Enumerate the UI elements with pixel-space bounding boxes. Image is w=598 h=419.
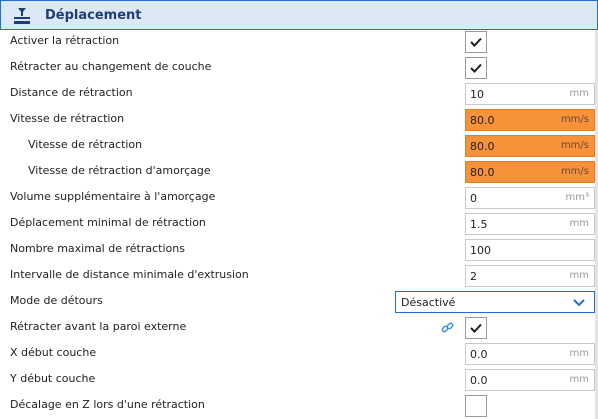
retraction-distance-input[interactable]: 10 mm [465, 83, 595, 105]
retract-at-layer-change-checkbox[interactable] [465, 57, 487, 79]
field-unit: mm [569, 374, 589, 385]
setting-row-retraction-min-travel: Déplacement minimal de rétraction 1.5 mm [0, 211, 598, 237]
field-value: 80.0 [470, 140, 495, 153]
checkmark-icon [470, 323, 482, 333]
setting-row-extrusion-window: Intervalle de distance minimale d'extrus… [0, 263, 598, 289]
setting-label: Intervalle de distance minimale d'extrus… [10, 268, 249, 281]
chevron-down-icon [573, 299, 585, 307]
setting-label: Distance de rétraction [10, 86, 133, 99]
setting-row-layer-start-y: Y début couche 0.0 mm [0, 367, 598, 393]
retraction-enable-checkbox[interactable] [465, 31, 487, 53]
field-value: 0 [470, 192, 477, 205]
setting-label: Mode de détours [10, 294, 103, 307]
link-icon[interactable] [441, 321, 454, 337]
setting-row-retraction-distance: Distance de rétraction 10 mm [0, 81, 598, 107]
dropdown-value: Désactivé [401, 296, 456, 309]
field-value: 10 [470, 88, 484, 101]
field-value: 80.0 [470, 114, 495, 127]
field-unit: mm³ [565, 192, 590, 203]
retraction-retract-speed-input[interactable]: 80.0 mm/s [465, 135, 595, 157]
field-value: 100 [470, 244, 491, 257]
setting-row-retraction-prime-speed: Vitesse de rétraction d'amorçage 80.0 mm… [0, 159, 598, 185]
field-value: 1.5 [470, 218, 488, 231]
setting-row-retraction-retract-speed: Vitesse de rétraction 80.0 mm/s [0, 133, 598, 159]
setting-label: X début couche [10, 346, 97, 359]
field-value: 2 [470, 270, 477, 283]
category-title: Déplacement [45, 8, 142, 23]
setting-row-combing-mode: Mode de détours Désactivé [0, 289, 598, 315]
retraction-count-max-input[interactable]: 100 [465, 239, 595, 261]
retraction-speed-input[interactable]: 80.0 mm/s [465, 109, 595, 131]
field-unit: mm [569, 270, 589, 281]
retract-before-outer-wall-checkbox[interactable] [465, 317, 487, 339]
field-unit: mm [569, 88, 589, 99]
setting-label: Rétracter au changement de couche [10, 60, 212, 73]
retraction-min-travel-input[interactable]: 1.5 mm [465, 213, 595, 235]
travel-icon [12, 7, 32, 25]
retraction-prime-speed-input[interactable]: 80.0 mm/s [465, 161, 595, 183]
setting-row-retract-at-layer-change: Rétracter au changement de couche [0, 55, 598, 81]
setting-label: Vitesse de rétraction [10, 112, 125, 125]
setting-row-layer-start-x: X début couche 0.0 mm [0, 341, 598, 367]
layer-start-y-input[interactable]: 0.0 mm [465, 369, 595, 391]
setting-label: Volume supplémentaire à l'amorçage [10, 190, 216, 203]
setting-row-retraction-speed: Vitesse de rétraction 80.0 mm/s [0, 107, 598, 133]
field-unit: mm [569, 218, 589, 229]
setting-label: Y début couche [10, 372, 96, 385]
field-unit: mm/s [560, 140, 589, 151]
category-header-travel[interactable]: Déplacement [0, 0, 598, 30]
setting-label: Décalage en Z lors d'une rétraction [10, 398, 205, 411]
extrusion-window-input[interactable]: 2 mm [465, 265, 595, 287]
combing-mode-dropdown[interactable]: Désactivé [395, 291, 595, 313]
setting-row-retraction-count-max: Nombre maximal de rétractions 100 [0, 237, 598, 263]
layer-start-x-input[interactable]: 0.0 mm [465, 343, 595, 365]
setting-label: Activer la rétraction [10, 34, 120, 47]
field-unit: mm/s [560, 114, 589, 125]
setting-row-extra-prime-amount: Volume supplémentaire à l'amorçage 0 mm³ [0, 185, 598, 211]
extra-prime-amount-input[interactable]: 0 mm³ [465, 187, 595, 209]
field-unit: mm/s [560, 166, 589, 177]
setting-label: Vitesse de rétraction [28, 138, 143, 151]
z-hop-checkbox[interactable] [465, 395, 487, 417]
field-value: 80.0 [470, 166, 495, 179]
field-value: 0.0 [470, 374, 488, 387]
setting-label: Rétracter avant la paroi externe [10, 320, 187, 333]
setting-row-retraction-enable: Activer la rétraction [0, 29, 598, 55]
setting-row-retract-before-outer-wall: Rétracter avant la paroi externe [0, 315, 598, 341]
field-value: 0.0 [470, 348, 488, 361]
checkmark-icon [470, 37, 482, 47]
setting-row-z-hop: Décalage en Z lors d'une rétraction [0, 393, 598, 419]
checkmark-icon [470, 63, 482, 73]
setting-label: Nombre maximal de rétractions [10, 242, 185, 255]
setting-label: Déplacement minimal de rétraction [10, 216, 206, 229]
field-unit: mm [569, 348, 589, 359]
setting-label: Vitesse de rétraction d'amorçage [28, 164, 211, 177]
